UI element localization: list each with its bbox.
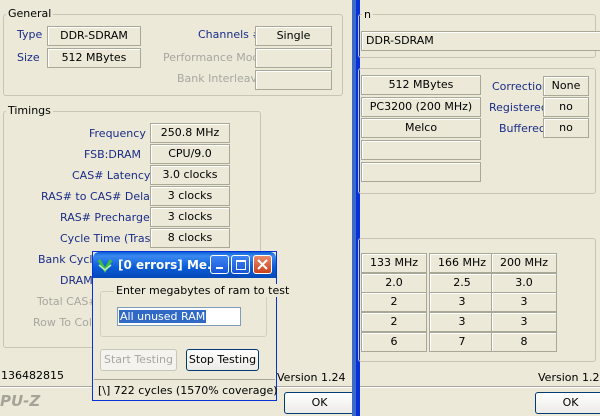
registered-label: Registered (489, 101, 548, 114)
stop-testing-button[interactable]: Stop Testing (186, 349, 259, 371)
performance-mode-value (255, 48, 332, 68)
timing-cell: 2 (361, 292, 427, 312)
megabytes-input-value: All unused RAM (119, 310, 207, 323)
correction-value: None (543, 76, 589, 96)
timing-cell: 2 (361, 312, 427, 332)
close-button[interactable] (253, 255, 272, 274)
type-value: DDR-SDRAM (47, 26, 141, 46)
timing-cell: 3 (429, 292, 495, 312)
bank-interleave-label: Bank Interleave (177, 72, 264, 85)
performance-mode-label: Performance Mode (163, 51, 267, 64)
buffered-value: no (543, 118, 589, 138)
dialog-titlebar[interactable]: [0 errors] Me... (93, 252, 276, 278)
start-testing-button[interactable]: Start Testing (100, 349, 177, 371)
timing-cell: 2.0 (361, 273, 427, 293)
left-ok-button[interactable]: OK (284, 392, 355, 414)
footer-serial-text: 136482815 (1, 369, 64, 382)
right-footer-separator (360, 386, 600, 388)
megabytes-group-label: Enter megabytes of ram to test (114, 284, 292, 297)
right-version-text: Version 1.24 (538, 371, 600, 384)
size-label: Size (17, 51, 40, 64)
timing-header-200: 200 MHz (491, 253, 557, 273)
dialog-title-text: [0 errors] Me... (118, 258, 221, 272)
frequency-value: 250.8 MHz (150, 123, 230, 143)
timing-cell: 8 (491, 332, 557, 352)
timing-header-166: 166 MHz (429, 253, 495, 273)
channels-value: Single (255, 26, 332, 46)
timing-cell: 2.5 (429, 273, 495, 293)
registered-value: no (543, 97, 589, 117)
dram-label: DRAM (60, 274, 93, 287)
timing-cell: 7 (429, 332, 495, 352)
manufacturer-value: Melco (361, 118, 481, 138)
ras-precharge-label: RAS# Precharge (60, 211, 150, 224)
status-text: [\] 722 cycles (1570% coverage) (98, 384, 278, 397)
right-type-value: DDR-SDRAM (361, 31, 600, 51)
ras-to-cas-label: RAS# to CAS# Delay (41, 190, 157, 203)
status-bar: [\] 722 cycles (1570% coverage) (94, 379, 278, 400)
left-version-text: Version 1.24 (277, 371, 346, 384)
fsb-dram-label: FSB:DRAM (84, 148, 142, 161)
correction-label: Correction (492, 80, 549, 93)
size-value: 512 MBytes (47, 48, 141, 68)
buffered-label: Buffered (499, 122, 546, 135)
cycle-time-label: Cycle Time (Tras) (60, 232, 155, 245)
right-cpuz-window: n DDR-SDRAM 512 MBytes PC3200 (200 MHz) … (358, 0, 600, 416)
timing-cell: 3.0 (491, 273, 557, 293)
cas-latency-label: CAS# Latency (72, 169, 151, 182)
maximize-button[interactable] (231, 255, 250, 274)
timing-cell: 3 (429, 312, 495, 332)
cas-latency-value: 3.0 clocks (150, 165, 230, 185)
timing-cell: 3 (491, 312, 557, 332)
bank-cycle-label: Bank Cycle (38, 253, 100, 266)
megabytes-input[interactable]: All unused RAM (117, 307, 241, 326)
part-number-value (361, 140, 481, 160)
bank-interleave-value (255, 70, 332, 90)
serial-number-value (361, 162, 481, 182)
cycle-time-value: 8 clocks (150, 228, 230, 248)
channels-label: Channels # (198, 28, 262, 41)
right-ok-button[interactable]: OK (535, 392, 600, 414)
timing-header-133: 133 MHz (361, 253, 427, 273)
frequency-label: Frequency (89, 127, 146, 140)
cpuz-brand-text: PU-Z (0, 392, 41, 410)
timing-cell: 6 (361, 332, 427, 352)
fsb-dram-value: CPU/9.0 (150, 144, 230, 164)
general-group-title: General (6, 7, 54, 20)
timing-cell: 3 (491, 292, 557, 312)
type-label: Type (17, 28, 43, 41)
memtest-dialog: [0 errors] Me... Enter megabytes of ram … (92, 251, 292, 401)
close-icon (257, 259, 268, 270)
minimize-icon (216, 267, 223, 269)
ras-to-cas-value: 3 clocks (150, 186, 230, 206)
minimize-button[interactable] (210, 255, 229, 274)
timings-group-title: Timings (6, 104, 53, 117)
maximize-icon (236, 260, 246, 270)
memtest-app-icon (97, 257, 113, 276)
row-to-column-label: Row To Colu (33, 316, 99, 329)
total-cas-label: Total CAS# (37, 295, 98, 308)
max-bandwidth-value: PC3200 (200 MHz) (361, 97, 481, 117)
module-size-value: 512 MBytes (361, 75, 481, 95)
right-tab-partial-title: n (362, 8, 373, 21)
ras-precharge-value: 3 clocks (150, 207, 230, 227)
